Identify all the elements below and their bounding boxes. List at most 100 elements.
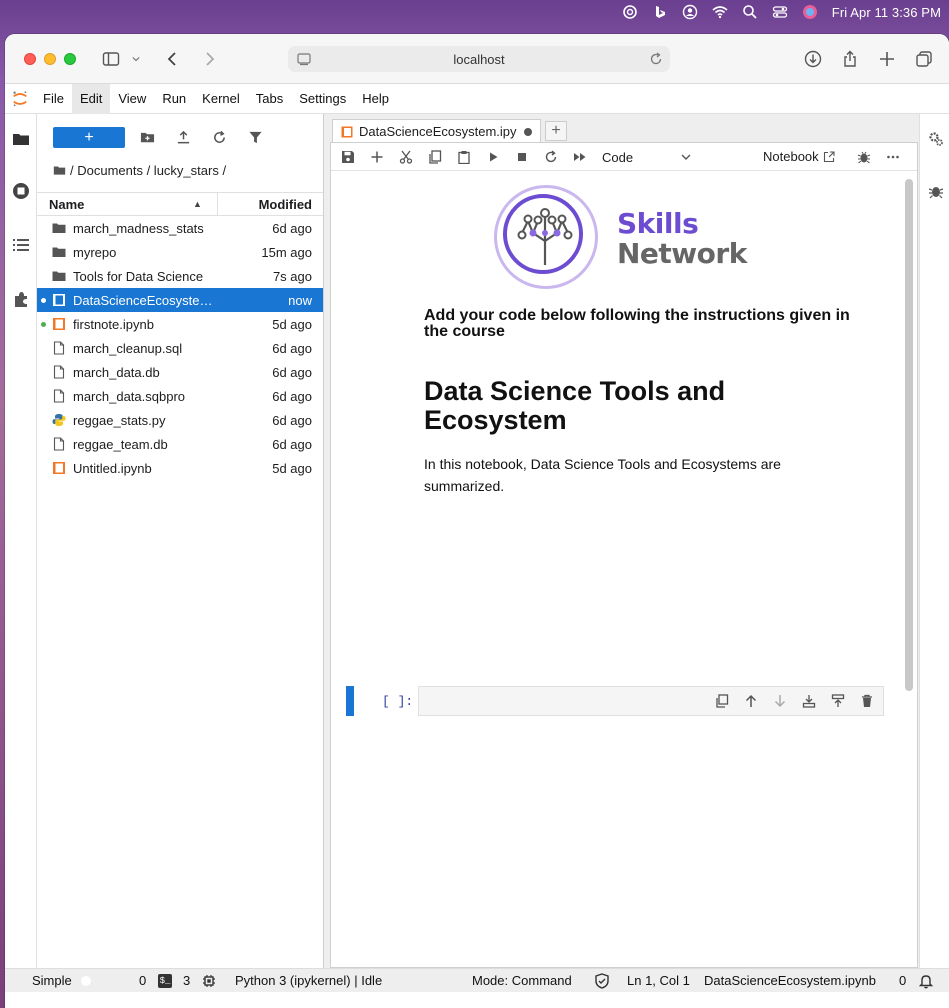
cursor-position[interactable]: Ln 1, Col 1 bbox=[627, 973, 690, 988]
cut-icon[interactable] bbox=[397, 148, 415, 166]
notification-bell-icon[interactable] bbox=[918, 973, 934, 989]
markdown-title[interactable]: Data Science Tools and Ecosystem bbox=[424, 377, 874, 435]
insert-cell-icon[interactable] bbox=[368, 148, 386, 166]
control-center-icon[interactable] bbox=[772, 4, 788, 20]
file-row[interactable]: DataScienceEcosystem.ipynb now bbox=[37, 288, 323, 312]
file-browser-folder-icon[interactable] bbox=[10, 128, 32, 150]
paste-icon[interactable] bbox=[455, 148, 473, 166]
chatgpt-icon[interactable] bbox=[622, 4, 638, 20]
menu-tabs[interactable]: Tabs bbox=[248, 84, 291, 114]
name-column-header[interactable]: Name ▲ bbox=[37, 197, 217, 212]
restart-run-all-icon[interactable] bbox=[571, 148, 589, 166]
markdown-paragraph[interactable]: In this notebook, Data Science Tools and… bbox=[424, 453, 844, 497]
home-folder-icon[interactable] bbox=[53, 164, 66, 177]
menu-view[interactable]: View bbox=[110, 84, 154, 114]
unsaved-indicator-icon[interactable] bbox=[524, 127, 532, 136]
kernel-chip-icon[interactable] bbox=[202, 974, 216, 988]
menu-kernel[interactable]: Kernel bbox=[194, 84, 248, 114]
running-indicator-icon bbox=[41, 322, 46, 327]
extension-manager-icon[interactable] bbox=[10, 288, 32, 310]
file-row[interactable]: Untitled.ipynb 5d ago bbox=[37, 456, 323, 480]
cell-type-dropdown[interactable]: Code bbox=[602, 148, 692, 166]
downloads-icon[interactable] bbox=[801, 47, 825, 71]
new-tab-icon[interactable] bbox=[875, 47, 899, 71]
save-icon[interactable] bbox=[339, 148, 357, 166]
reload-icon[interactable] bbox=[648, 51, 664, 67]
minimize-window-button[interactable] bbox=[44, 52, 56, 65]
menu-file[interactable]: File bbox=[35, 84, 72, 114]
bing-icon[interactable] bbox=[652, 4, 668, 20]
breadcrumb-path[interactable]: / Documents / lucky_stars / bbox=[70, 163, 226, 178]
code-cell-input[interactable] bbox=[418, 686, 884, 716]
property-inspector-gear-icon[interactable] bbox=[927, 130, 945, 148]
kernel-count[interactable]: 3 bbox=[183, 973, 190, 988]
insert-below-icon[interactable] bbox=[830, 693, 846, 709]
share-icon[interactable] bbox=[838, 47, 862, 71]
terminal-count[interactable]: 0 bbox=[139, 973, 146, 988]
delete-cell-icon[interactable] bbox=[859, 693, 875, 709]
move-down-icon[interactable] bbox=[772, 693, 788, 709]
file-row[interactable]: Tools for Data Science 7s ago bbox=[37, 264, 323, 288]
menu-run[interactable]: Run bbox=[154, 84, 194, 114]
menu-help[interactable]: Help bbox=[354, 84, 397, 114]
menu-bar-clock[interactable]: Fri Apr 11 3:36 PM bbox=[832, 5, 941, 20]
file-modified: 6d ago bbox=[272, 364, 312, 380]
open-in-notebook-button[interactable]: Notebook bbox=[763, 149, 835, 164]
notebook-panel: Code Notebook Skills Network Add your co… bbox=[330, 142, 918, 968]
close-window-button[interactable] bbox=[24, 52, 36, 65]
debugger-bug-icon[interactable] bbox=[855, 148, 873, 166]
user-account-icon[interactable] bbox=[682, 4, 698, 20]
notebook-scrollbar[interactable] bbox=[905, 179, 913, 691]
duplicate-cell-icon[interactable] bbox=[714, 693, 730, 709]
logo-text-skills: Skills bbox=[617, 207, 699, 240]
new-folder-icon[interactable] bbox=[137, 127, 157, 147]
zoom-window-button[interactable] bbox=[64, 52, 76, 65]
more-options-icon[interactable] bbox=[884, 148, 902, 166]
tab-datascienceecosystem[interactable]: DataScienceEcosystem.ipy bbox=[332, 119, 541, 143]
insert-above-icon[interactable] bbox=[801, 693, 817, 709]
python-icon bbox=[52, 413, 66, 427]
tab-overview-icon[interactable] bbox=[912, 47, 936, 71]
file-row[interactable]: march_data.db 6d ago bbox=[37, 360, 323, 384]
restart-kernel-icon[interactable] bbox=[542, 148, 560, 166]
file-name: march_madness_stats bbox=[73, 220, 204, 236]
upload-icon[interactable] bbox=[173, 127, 193, 147]
trusted-shield-icon[interactable] bbox=[594, 973, 610, 989]
file-row[interactable]: myrepo 15m ago bbox=[37, 240, 323, 264]
new-launcher-button[interactable]: + bbox=[53, 127, 125, 148]
terminal-icon[interactable]: $_ bbox=[158, 974, 172, 988]
file-row[interactable]: march_madness_stats 6d ago bbox=[37, 216, 323, 240]
table-of-contents-icon[interactable] bbox=[10, 234, 32, 256]
move-up-icon[interactable] bbox=[743, 693, 759, 709]
interrupt-icon[interactable] bbox=[513, 148, 531, 166]
new-tab-plus-button[interactable]: + bbox=[545, 121, 567, 141]
siri-icon[interactable] bbox=[802, 4, 818, 20]
file-row[interactable]: reggae_stats.py 6d ago bbox=[37, 408, 323, 432]
file-row[interactable]: reggae_team.db 6d ago bbox=[37, 432, 323, 456]
address-bar[interactable]: localhost bbox=[288, 46, 670, 72]
debugger-icon[interactable] bbox=[927, 182, 945, 200]
copy-icon[interactable] bbox=[426, 148, 444, 166]
kernel-status[interactable]: Python 3 (ipykernel) | Idle bbox=[235, 973, 382, 988]
refresh-icon[interactable] bbox=[209, 127, 229, 147]
file-row[interactable]: march_data.sqbpro 6d ago bbox=[37, 384, 323, 408]
code-cell[interactable]: [ ]: bbox=[346, 686, 891, 716]
filter-icon[interactable] bbox=[245, 127, 265, 147]
back-icon[interactable] bbox=[161, 47, 185, 71]
running-sessions-icon[interactable] bbox=[10, 180, 32, 202]
wifi-icon[interactable] bbox=[712, 4, 728, 20]
markdown-subheading[interactable]: Add your code below following the instru… bbox=[424, 308, 874, 340]
spotlight-search-icon[interactable] bbox=[742, 4, 758, 20]
chevron-down-icon[interactable] bbox=[129, 47, 143, 71]
notification-count[interactable]: 0 bbox=[899, 973, 906, 988]
sidebar-toggle-icon[interactable] bbox=[99, 47, 123, 71]
forward-icon[interactable] bbox=[197, 47, 221, 71]
modified-column-header[interactable]: Modified bbox=[218, 197, 323, 212]
run-icon[interactable] bbox=[484, 148, 502, 166]
site-settings-icon[interactable] bbox=[296, 51, 312, 67]
file-row[interactable]: firstnote.ipynb 5d ago bbox=[37, 312, 323, 336]
file-row[interactable]: march_cleanup.sql 6d ago bbox=[37, 336, 323, 360]
menu-edit[interactable]: Edit bbox=[71, 83, 111, 114]
menu-settings[interactable]: Settings bbox=[291, 84, 354, 114]
cell-collapser[interactable] bbox=[346, 686, 354, 716]
